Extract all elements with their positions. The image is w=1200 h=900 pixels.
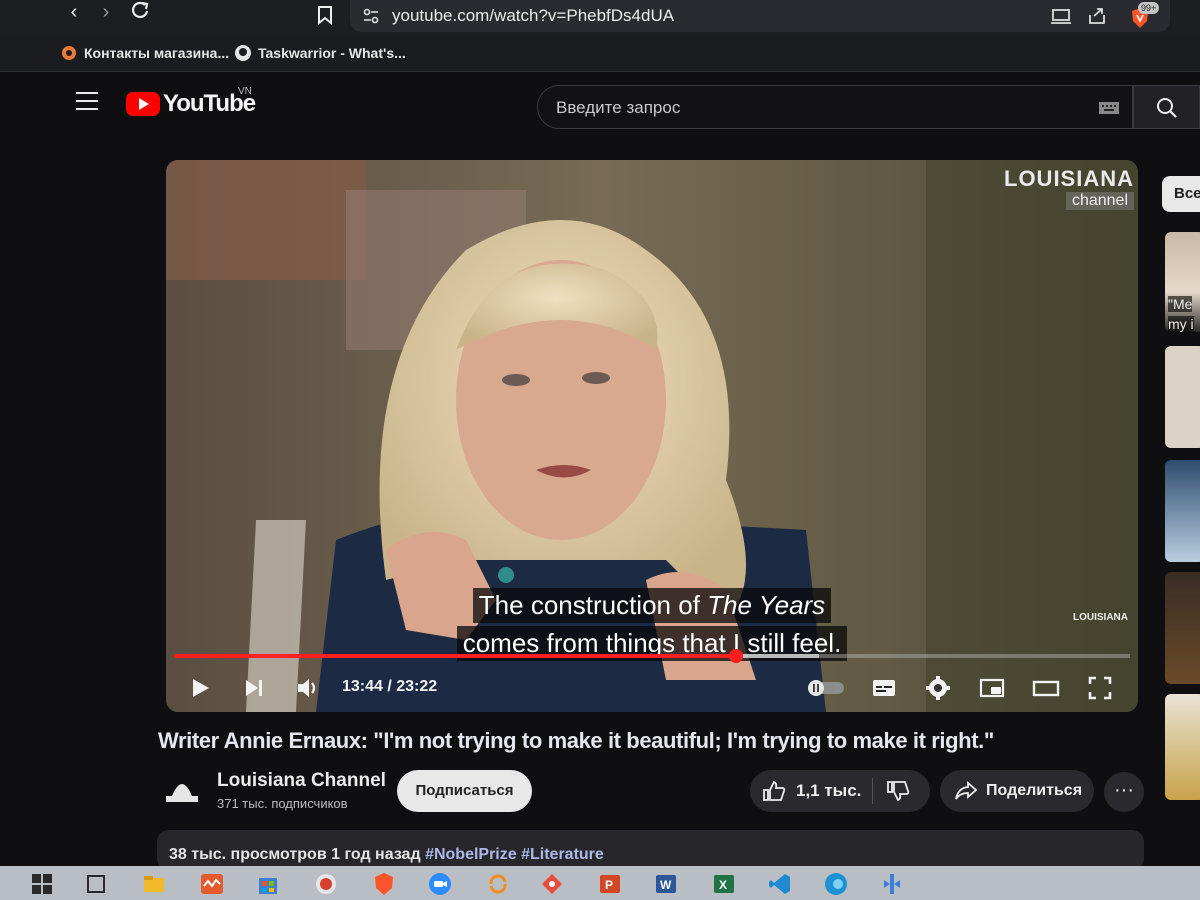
excel-icon[interactable]: X: [712, 872, 736, 896]
vscode-icon[interactable]: [768, 872, 792, 896]
monitor-app-icon[interactable]: [200, 872, 224, 896]
miniplayer-icon[interactable]: [978, 674, 1006, 702]
share-icon: [955, 781, 978, 800]
divider: [872, 778, 873, 804]
subtitles: The construction of The Years comes from…: [166, 588, 1138, 664]
media-app-icon[interactable]: [314, 872, 338, 896]
watermark-subtitle: channel: [1065, 192, 1134, 210]
recommended-thumbnail[interactable]: [1165, 694, 1200, 800]
reload-icon[interactable]: [126, 0, 154, 28]
svg-text:W: W: [660, 878, 672, 892]
bookmark-page-icon[interactable]: [316, 5, 334, 25]
browser-toolbar: ‹ › youtube.com/watch?v=PhebfDs4dUA 99+: [0, 0, 1200, 36]
description-box[interactable]: 38 тыс. просмотров 1 год назад #NobelPri…: [157, 830, 1144, 870]
play-icon[interactable]: [186, 674, 214, 702]
recommended-thumbnail[interactable]: [1165, 346, 1200, 448]
bookmarks-bar: Контакты магазина... Taskwarrior - What'…: [0, 36, 1200, 72]
shop-favicon-icon: [62, 46, 76, 60]
chip-all[interactable]: Все: [1162, 176, 1200, 212]
bookmark-taskwarrior[interactable]: Taskwarrior - What's...: [234, 40, 406, 66]
back-icon[interactable]: ‹: [60, 0, 88, 28]
search-icon: [1157, 98, 1177, 118]
like-dislike-group: 1,1 тыс.: [750, 770, 930, 812]
store-icon[interactable]: [256, 872, 280, 896]
recommended-title: "Me: [1168, 296, 1193, 312]
player-controls: 13:44 / 23:22: [166, 664, 1138, 712]
youtube-header: YouTube VN Введите запрос: [0, 72, 1200, 144]
site-settings-icon[interactable]: [362, 7, 380, 25]
next-icon[interactable]: [240, 674, 268, 702]
views-and-date: 38 тыс. просмотров 1 год назад #NobelPri…: [169, 846, 604, 863]
recommended-thumbnail[interactable]: [1165, 460, 1200, 562]
svg-text:X: X: [719, 878, 727, 892]
forward-icon[interactable]: ›: [92, 0, 120, 28]
word-icon[interactable]: W: [654, 872, 678, 896]
settings-icon[interactable]: [924, 674, 952, 702]
country-code: VN: [238, 86, 252, 97]
fullscreen-icon[interactable]: [1086, 674, 1114, 702]
channel-name[interactable]: Louisiana Channel: [217, 770, 386, 792]
bookmark-label: Taskwarrior - What's...: [258, 45, 406, 61]
like-icon[interactable]: [762, 780, 786, 802]
subtitle-line-1: The construction of The Years: [472, 588, 832, 623]
recommended-title: my i: [1168, 316, 1194, 332]
git-client-icon[interactable]: [540, 872, 564, 896]
volume-icon[interactable]: [294, 674, 322, 702]
screen: ‹ › youtube.com/watch?v=PhebfDs4dUA 99+ …: [0, 0, 1200, 900]
theater-mode-icon[interactable]: [1032, 674, 1060, 702]
taskbar: P W X: [0, 866, 1200, 900]
powerpoint-icon[interactable]: P: [598, 872, 622, 896]
share-label: Поделиться: [986, 782, 1083, 799]
channel-avatar[interactable]: [158, 766, 206, 814]
svg-text:P: P: [605, 878, 613, 892]
share-page-icon[interactable]: [1086, 6, 1108, 26]
subtitles-icon[interactable]: [870, 674, 898, 702]
url-text[interactable]: youtube.com/watch?v=PhebfDs4dUA: [392, 6, 674, 26]
github-favicon-icon: [235, 45, 251, 61]
hashtags[interactable]: #NobelPrize #Literature: [425, 846, 604, 863]
menu-icon[interactable]: [76, 92, 98, 110]
autoplay-toggle[interactable]: [806, 674, 846, 702]
youtube-logo[interactable]: YouTube: [126, 90, 256, 118]
watermark-title: LOUISIANA: [1004, 166, 1134, 191]
share-button[interactable]: Поделиться: [940, 770, 1094, 812]
bookmark-shop-contacts[interactable]: Контакты магазина...: [60, 40, 229, 66]
keyboard-icon[interactable]: [1098, 101, 1120, 115]
search-placeholder: Введите запрос: [556, 98, 681, 117]
progress-bar[interactable]: [174, 649, 1130, 663]
channel-watermark: LOUISIANA channel: [1004, 166, 1134, 210]
bookmark-label: Контакты магазина...: [84, 45, 230, 61]
subscribe-button[interactable]: Подписаться: [397, 770, 532, 812]
subscriber-count: 371 тыс. подписчиков: [217, 796, 348, 811]
cast-icon[interactable]: [1050, 6, 1072, 26]
louisiana-logo-icon: [158, 766, 206, 814]
played-bar: [174, 654, 737, 658]
azure-data-icon[interactable]: [880, 872, 904, 896]
windows-start-icon[interactable]: [30, 872, 54, 896]
search-input[interactable]: Введите запрос: [537, 85, 1133, 129]
video-title: Writer Annie Ernaux: "I'm not trying to …: [158, 728, 994, 753]
youtube-play-icon: [126, 92, 160, 116]
more-actions-button[interactable]: ···: [1104, 772, 1144, 812]
zoom-icon[interactable]: [428, 872, 452, 896]
file-explorer-icon[interactable]: [142, 872, 166, 896]
address-bar[interactable]: youtube.com/watch?v=PhebfDs4dUA: [350, 0, 1170, 32]
search-button[interactable]: [1133, 85, 1200, 129]
time-display: 13:44 / 23:22: [342, 678, 438, 695]
sync-icon[interactable]: [486, 872, 510, 896]
recommended-thumbnail[interactable]: [1165, 572, 1200, 684]
task-view-icon[interactable]: [84, 872, 108, 896]
dislike-icon[interactable]: [886, 780, 910, 802]
shield-badge-count: 99+: [1138, 2, 1160, 14]
edge-icon[interactable]: [824, 872, 848, 896]
brave-browser-icon[interactable]: [372, 872, 396, 896]
video-player[interactable]: LOUISIANA channel LOUISIANA The construc…: [166, 160, 1138, 712]
like-count[interactable]: 1,1 тыс.: [796, 781, 861, 801]
